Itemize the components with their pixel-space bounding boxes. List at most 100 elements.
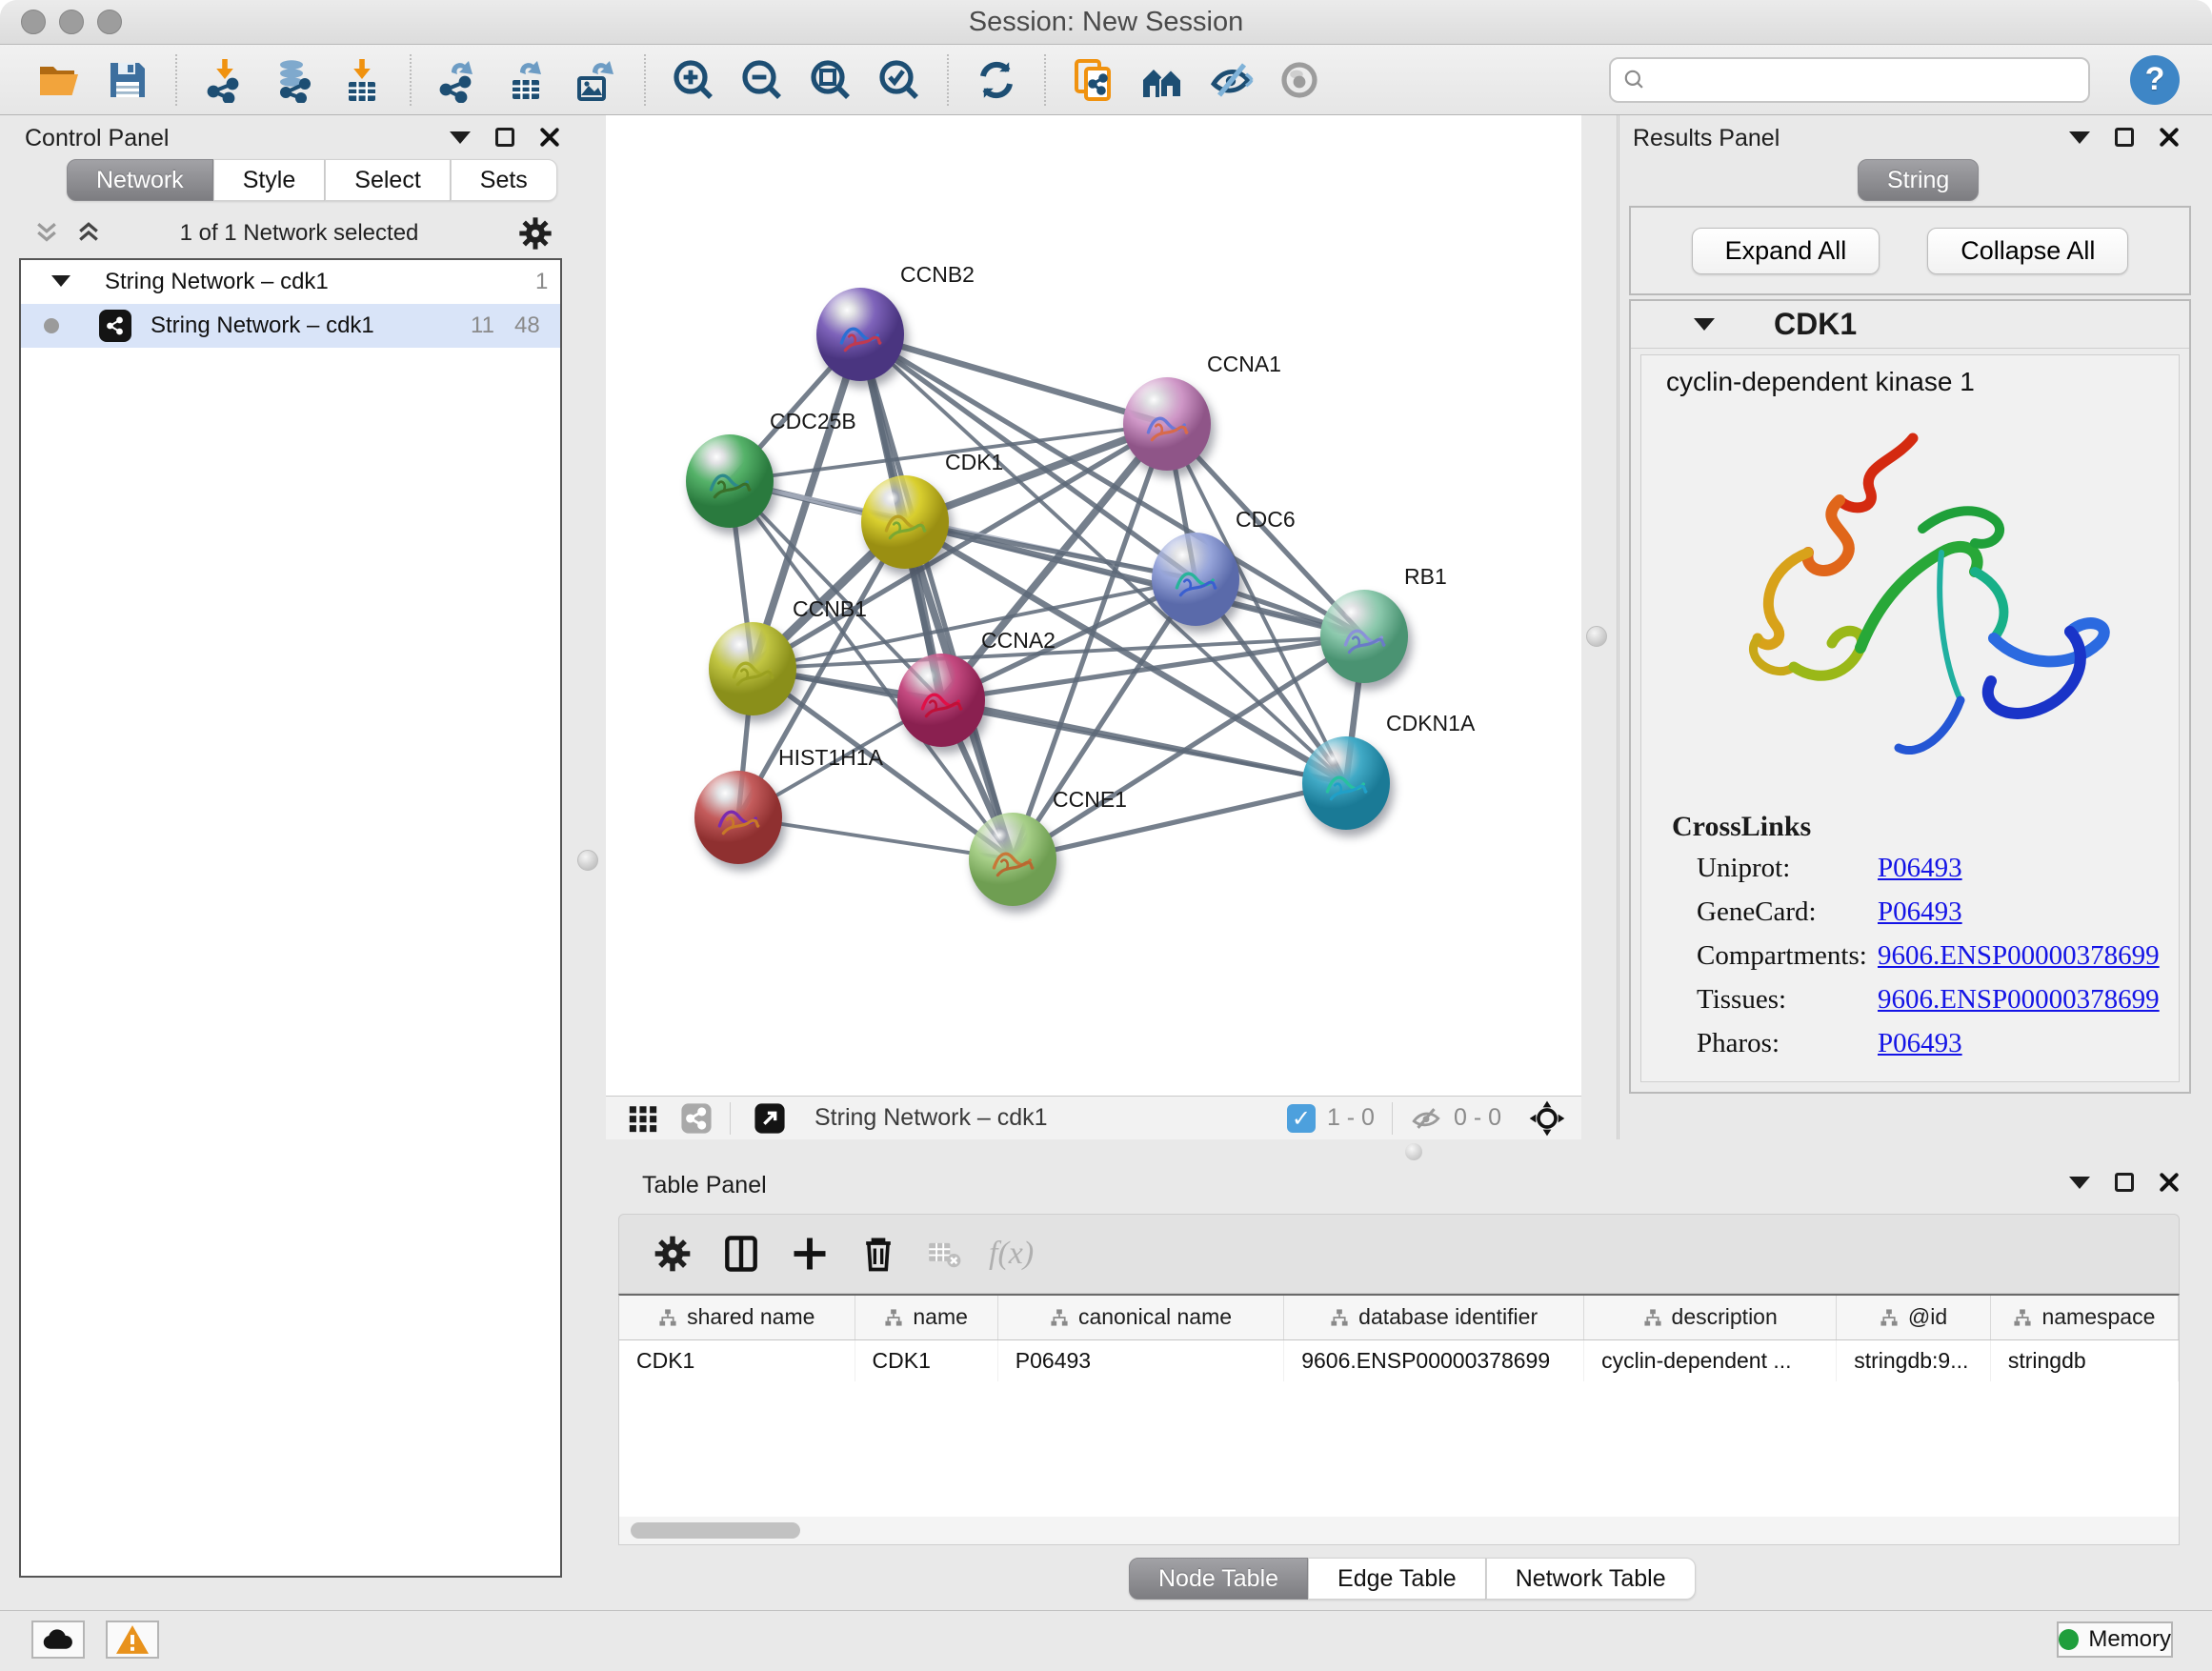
network-node-cdk1[interactable]	[861, 475, 949, 569]
network-node-ccna2[interactable]	[897, 654, 985, 747]
show-columns-icon[interactable]	[720, 1233, 762, 1275]
float-panel-icon[interactable]	[495, 128, 514, 147]
crosslink-link[interactable]: P06493	[1878, 896, 1962, 940]
table-cell[interactable]: 9606.ENSP00000378699	[1284, 1339, 1584, 1381]
column-header-canonicalname[interactable]: canonical name	[997, 1296, 1283, 1339]
birds-eye-view-icon[interactable]	[1528, 1099, 1566, 1137]
collapse-all-button[interactable]: Collapse All	[1927, 228, 2128, 274]
table-cell[interactable]: cyclin-dependent ...	[1584, 1339, 1837, 1381]
warnings-button[interactable]	[106, 1621, 159, 1659]
close-panel-icon[interactable]	[2159, 1172, 2180, 1193]
refresh-view-button[interactable]	[972, 53, 1021, 107]
network-node-ccnb1[interactable]	[709, 622, 796, 715]
export-image-button[interactable]	[572, 53, 621, 107]
clone-network-button[interactable]	[1069, 53, 1118, 107]
network-node-ccna1[interactable]	[1123, 377, 1211, 471]
network-tree-root-row[interactable]: String Network – cdk1 1	[21, 260, 560, 304]
tab-network[interactable]: Network	[67, 159, 213, 201]
import-network-database-button[interactable]	[269, 53, 318, 107]
tab-network-table[interactable]: Network Table	[1486, 1558, 1696, 1600]
splitter-handle[interactable]	[1586, 626, 1607, 647]
column-header-namespace[interactable]: namespace	[1990, 1296, 2178, 1339]
selected-checkbox-icon[interactable]: ✓	[1287, 1104, 1316, 1133]
string-network-icon[interactable]	[680, 1102, 713, 1135]
export-network-button[interactable]	[434, 53, 484, 107]
tab-string[interactable]: String	[1858, 159, 1979, 201]
network-node-hist1h1a[interactable]	[694, 771, 782, 864]
expand-all-button[interactable]: Expand All	[1692, 228, 1880, 274]
splitter-handle[interactable]	[1405, 1143, 1422, 1160]
zoom-selected-button[interactable]	[875, 53, 924, 107]
close-panel-icon[interactable]	[2159, 127, 2180, 148]
panel-menu-icon[interactable]	[2069, 131, 2090, 144]
tab-node-table[interactable]: Node Table	[1129, 1558, 1308, 1600]
node-details-header[interactable]: CDK1	[1631, 301, 2189, 349]
table-cell[interactable]: CDK1	[619, 1339, 855, 1381]
table-cell[interactable]: stringdb	[1990, 1339, 2178, 1381]
table-cell[interactable]: P06493	[997, 1339, 1283, 1381]
network-canvas[interactable]: CCNB2 CCNA1 CDC25B CDK1 CDC6 RB1 CCNB1 C…	[606, 115, 1581, 1096]
export-table-button[interactable]	[503, 53, 553, 107]
panel-menu-icon[interactable]	[450, 131, 471, 144]
column-header-sharedname[interactable]: shared name	[619, 1296, 855, 1339]
network-edge[interactable]	[905, 522, 1364, 636]
network-tree-child-row[interactable]: String Network – cdk1 11 48	[21, 304, 560, 348]
column-header-name[interactable]: name	[855, 1296, 997, 1339]
network-node-cdc25b[interactable]	[686, 434, 774, 528]
splitter-handle[interactable]	[577, 850, 598, 871]
column-header-databaseidentifier[interactable]: database identifier	[1284, 1296, 1584, 1339]
network-edge[interactable]	[1013, 636, 1364, 859]
network-node-ccne1[interactable]	[969, 813, 1056, 906]
table-cell[interactable]: CDK1	[855, 1339, 997, 1381]
zoom-fit-button[interactable]	[806, 53, 855, 107]
add-column-icon[interactable]	[789, 1233, 831, 1275]
open-session-button[interactable]	[34, 53, 84, 107]
scrollbar-thumb[interactable]	[631, 1522, 800, 1539]
memory-button[interactable]: Memory	[2057, 1621, 2173, 1658]
hide-selected-button[interactable]	[1206, 53, 1256, 107]
table-options-gear-icon[interactable]	[652, 1233, 694, 1275]
network-node-rb1[interactable]	[1320, 590, 1408, 683]
cloud-status-button[interactable]	[31, 1621, 85, 1659]
right-splitter[interactable]	[1581, 115, 1619, 1139]
grid-view-icon[interactable]	[627, 1102, 659, 1135]
search-input[interactable]	[1657, 67, 2077, 93]
horizontal-splitter[interactable]	[606, 1139, 2212, 1164]
float-panel-icon[interactable]	[2115, 128, 2134, 147]
tab-edge-table[interactable]: Edge Table	[1308, 1558, 1486, 1600]
tab-style[interactable]: Style	[213, 159, 326, 201]
import-network-file-button[interactable]	[200, 53, 250, 107]
crosslink-link[interactable]: P06493	[1878, 853, 1962, 896]
column-header-id[interactable]: @id	[1837, 1296, 1991, 1339]
zoom-in-button[interactable]	[669, 53, 718, 107]
table-row[interactable]: CDK1CDK1P064939606.ENSP00000378699cyclin…	[619, 1339, 2179, 1381]
network-node-cdc6[interactable]	[1152, 533, 1239, 626]
close-panel-icon[interactable]	[539, 127, 560, 148]
import-table-button[interactable]	[337, 53, 387, 107]
table-horizontal-scrollbar[interactable]	[618, 1517, 2180, 1545]
show-all-button[interactable]	[1275, 53, 1324, 107]
tab-select[interactable]: Select	[325, 159, 450, 201]
network-options-gear-icon[interactable]	[516, 214, 554, 252]
panel-menu-icon[interactable]	[2069, 1177, 2090, 1189]
collapse-entry-icon[interactable]	[1694, 318, 1715, 331]
left-splitter[interactable]	[572, 115, 606, 1139]
network-edge[interactable]	[941, 700, 1346, 783]
column-header-description[interactable]: description	[1584, 1296, 1837, 1339]
table-cell[interactable]: stringdb:9...	[1837, 1339, 1991, 1381]
crosslink-link[interactable]: 9606.ENSP00000378699	[1878, 984, 2160, 1028]
network-node-cdkn1a[interactable]	[1302, 736, 1390, 830]
delete-column-icon[interactable]	[857, 1233, 899, 1275]
tab-sets[interactable]: Sets	[451, 159, 557, 201]
zoom-out-button[interactable]	[737, 53, 787, 107]
crosslink-link[interactable]: P06493	[1878, 1028, 1962, 1072]
help-button[interactable]: ?	[2130, 55, 2180, 105]
network-node-ccnb2[interactable]	[816, 288, 904, 381]
open-in-new-window-icon[interactable]	[754, 1102, 786, 1135]
tree-expand-icon[interactable]	[51, 275, 70, 287]
crosslink-link[interactable]: 9606.ENSP00000378699	[1878, 940, 2160, 984]
save-session-button[interactable]	[103, 53, 152, 107]
first-neighbors-button[interactable]	[1137, 53, 1187, 107]
float-panel-icon[interactable]	[2115, 1173, 2134, 1192]
network-label: String Network – cdk1	[151, 312, 374, 339]
